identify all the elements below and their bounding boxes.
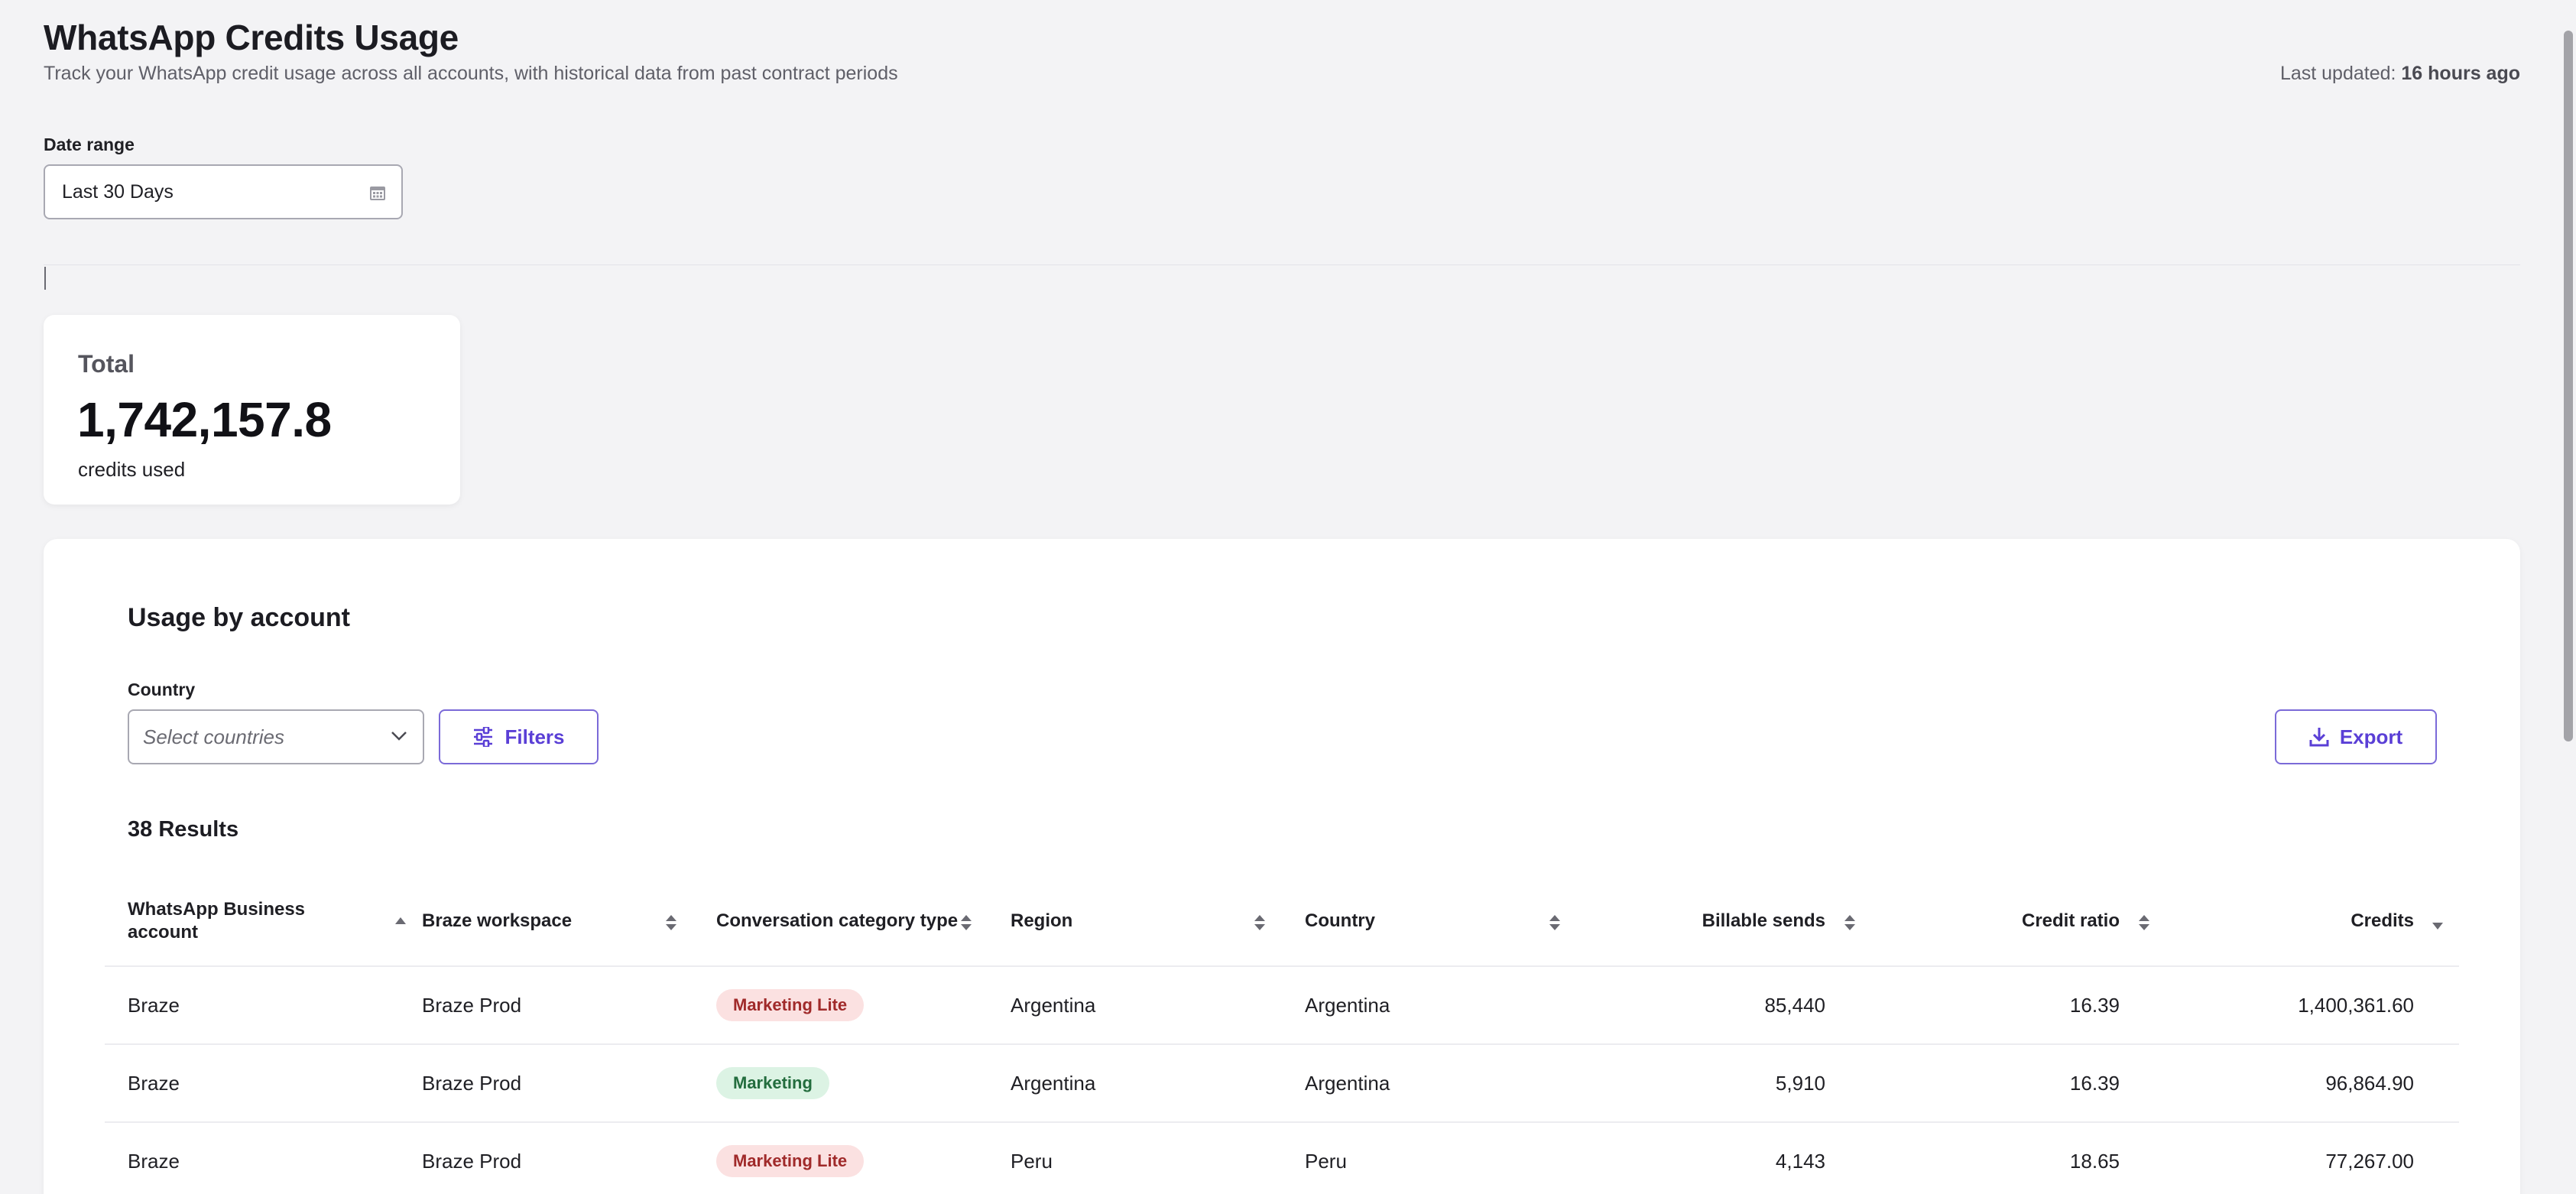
scrollbar-thumb[interactable]: [2564, 31, 2573, 741]
cell-region: Argentina: [1011, 1071, 1096, 1095]
usage-table: WhatsApp Business account Braze workspac…: [105, 875, 2459, 1194]
cell-account: Braze: [128, 993, 180, 1017]
sort-icon[interactable]: [1843, 913, 1857, 932]
cell-region: Peru: [1011, 1149, 1053, 1173]
sort-icon[interactable]: [2137, 913, 2151, 932]
cell-country: Argentina: [1305, 993, 1390, 1017]
category-badge: Marketing Lite: [716, 989, 865, 1021]
sort-icon[interactable]: [1253, 913, 1267, 932]
page-title: WhatsApp Credits Usage: [44, 18, 459, 57]
column-header-region[interactable]: Region: [1011, 875, 1265, 967]
cell-ratio: 16.39: [2069, 1071, 2120, 1095]
cell-category: Marketing: [716, 1045, 829, 1121]
cell-workspace: Braze Prod: [422, 1149, 522, 1173]
cell-credits: 77,267.00: [2325, 1149, 2414, 1173]
page: WhatsApp Credits Usage Track your WhatsA…: [0, 0, 2576, 1194]
sort-icon[interactable]: [664, 913, 678, 932]
cell-account: Braze: [128, 1071, 180, 1095]
cell-sends: 4,143: [1775, 1149, 1825, 1173]
column-label: Country: [1305, 910, 1375, 931]
last-updated-value: 16 hours ago: [2401, 63, 2520, 84]
total-unit: credits used: [78, 458, 186, 481]
cell-category: Marketing Lite: [716, 1123, 865, 1194]
sliders-icon: [474, 727, 493, 747]
sort-icon[interactable]: [959, 913, 973, 932]
total-label: Total: [78, 350, 135, 378]
divider: [44, 264, 2520, 265]
column-label: Credits: [2351, 910, 2414, 931]
cell-credits: 1,400,361.60: [2298, 993, 2414, 1017]
results-count: 38 Results: [128, 817, 239, 842]
date-range-label: Date range: [44, 135, 135, 154]
column-header-category[interactable]: Conversation category type: [716, 875, 972, 967]
cell-ratio: 16.39: [2069, 993, 2120, 1017]
download-icon: [2309, 728, 2329, 747]
country-label: Country: [128, 680, 196, 699]
scrollbar[interactable]: [2561, 0, 2576, 1194]
text-caret: [44, 267, 46, 290]
usage-title: Usage by account: [128, 603, 350, 632]
country-placeholder: Select countries: [143, 725, 284, 748]
cell-workspace: Braze Prod: [422, 993, 522, 1017]
column-header-ratio[interactable]: Credit ratio: [1893, 875, 2149, 967]
calendar-icon[interactable]: [369, 184, 386, 201]
filters-label: Filters: [504, 725, 565, 748]
chevron-down-icon: [391, 732, 407, 741]
column-label: Region: [1011, 910, 1073, 931]
cell-category: Marketing Lite: [716, 967, 865, 1043]
total-card: Total 1,742,157.8 credits used: [44, 315, 460, 505]
cell-country: Argentina: [1305, 1071, 1390, 1095]
column-label: WhatsApp Business account: [128, 899, 306, 943]
sort-icon[interactable]: [1548, 913, 1562, 932]
country-select[interactable]: Select countries: [128, 709, 424, 764]
usage-card: Usage by account Country Select countrie…: [44, 539, 2520, 1194]
column-label: Braze workspace: [422, 910, 573, 931]
column-header-sends[interactable]: Billable sends: [1599, 875, 1855, 967]
sort-asc-icon[interactable]: [394, 913, 407, 932]
column-label: Credit ratio: [2021, 910, 2120, 931]
table-header: WhatsApp Business account Braze workspac…: [105, 875, 2459, 967]
cell-sends: 85,440: [1764, 993, 1825, 1017]
last-updated: Last updated: 16 hours ago: [2280, 63, 2520, 85]
category-badge: Marketing: [716, 1067, 829, 1099]
column-header-workspace[interactable]: Braze workspace: [422, 875, 676, 967]
cell-sends: 5,910: [1775, 1071, 1825, 1095]
category-badge: Marketing Lite: [716, 1145, 865, 1177]
sort-desc-icon[interactable]: [2431, 913, 2445, 932]
export-label: Export: [2339, 725, 2403, 748]
column-header-account[interactable]: WhatsApp Business account: [128, 875, 406, 967]
column-header-country[interactable]: Country: [1305, 875, 1560, 967]
column-header-credits[interactable]: Credits: [2188, 875, 2443, 967]
total-value: 1,742,157.8: [77, 392, 332, 447]
cell-country: Peru: [1305, 1149, 1347, 1173]
cell-region: Argentina: [1011, 993, 1096, 1017]
filters-button[interactable]: Filters: [439, 709, 599, 764]
column-label: Conversation category type: [716, 910, 959, 931]
cell-ratio: 18.65: [2069, 1149, 2120, 1173]
table-row: Braze Braze Prod Marketing Lite Peru Per…: [105, 1123, 2459, 1194]
cell-account: Braze: [128, 1149, 180, 1173]
column-label: Billable sends: [1702, 910, 1825, 931]
table-row: Braze Braze Prod Marketing Lite Argentin…: [105, 967, 2459, 1045]
export-button[interactable]: Export: [2275, 709, 2437, 764]
last-updated-label: Last updated:: [2279, 63, 2396, 84]
cell-credits: 96,864.90: [2325, 1071, 2414, 1095]
table-row: Braze Braze Prod Marketing Argentina Arg…: [105, 1045, 2459, 1123]
date-range-value: Last 30 Days: [62, 180, 174, 203]
cell-workspace: Braze Prod: [422, 1071, 522, 1095]
page-subtitle: Track your WhatsApp credit usage across …: [44, 63, 898, 84]
date-range-input[interactable]: Last 30 Days: [44, 164, 403, 219]
